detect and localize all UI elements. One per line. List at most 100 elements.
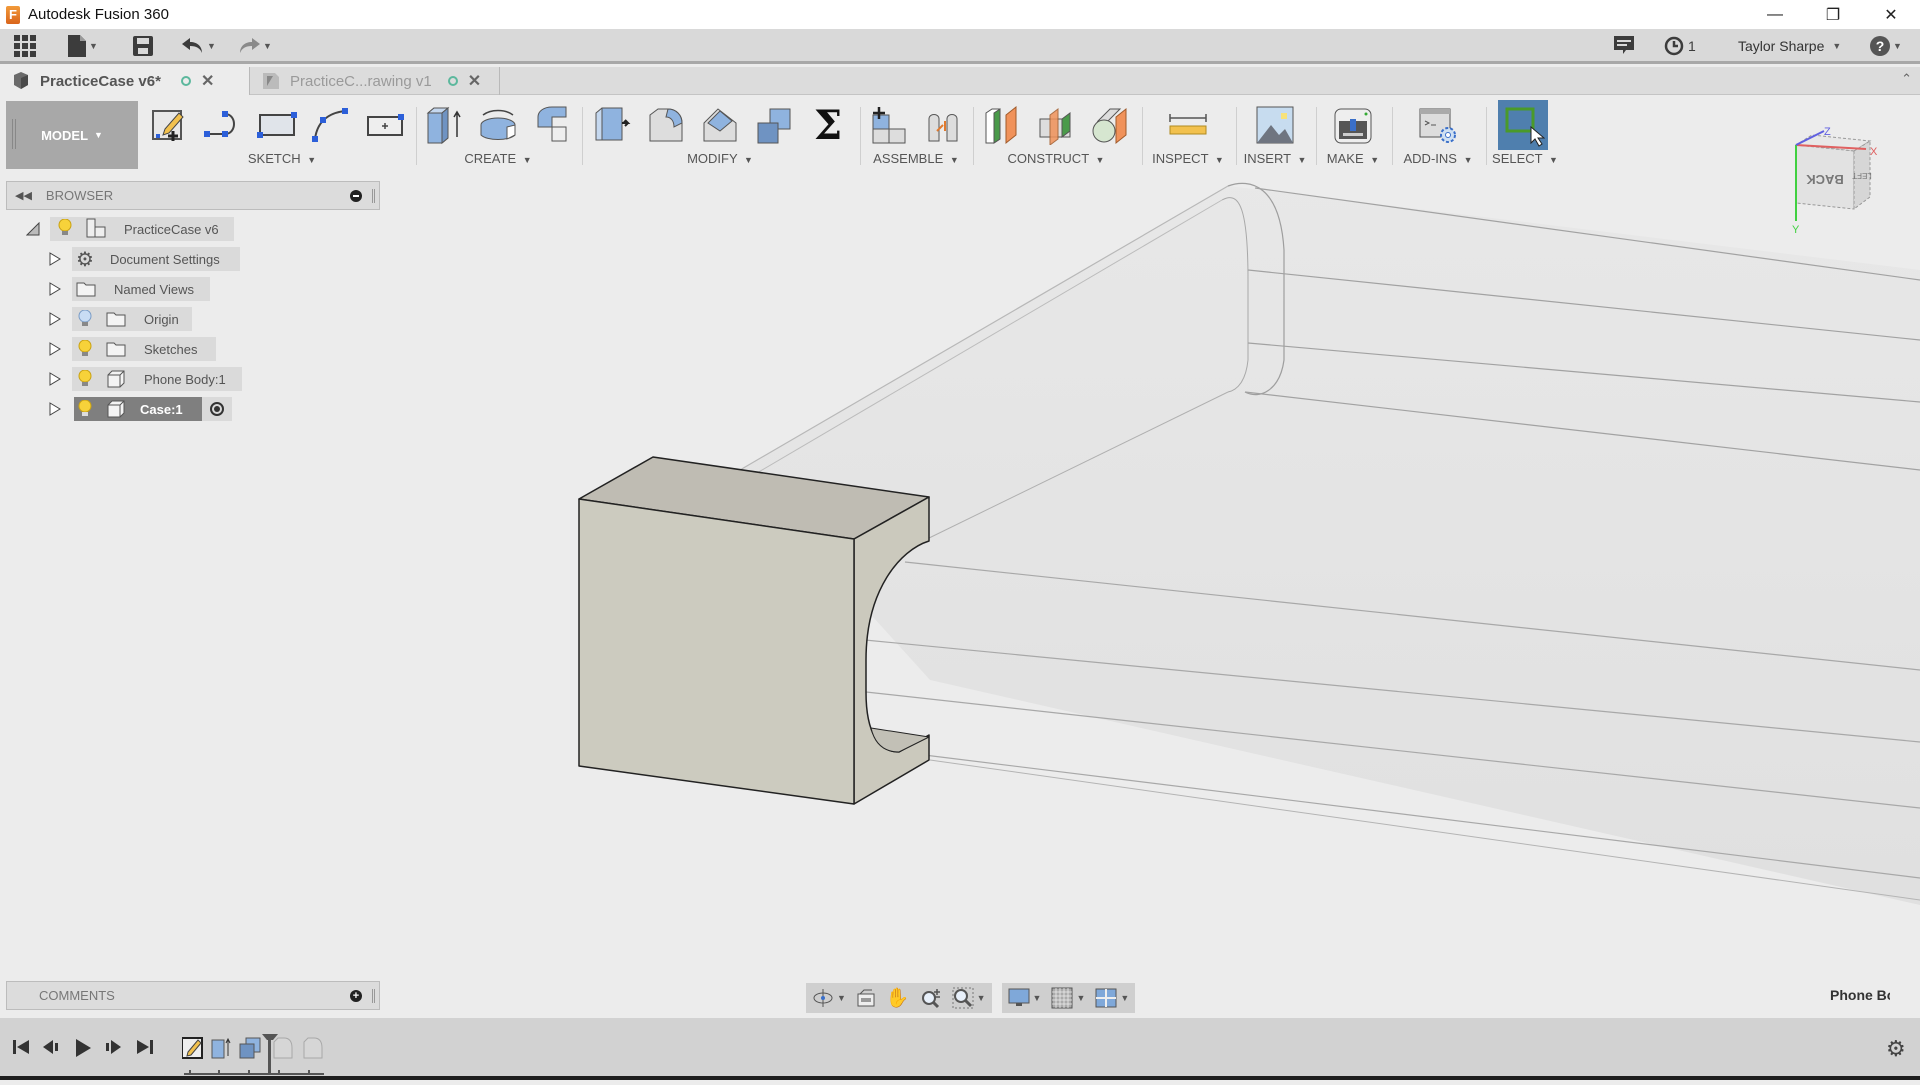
case-body[interactable] [578,456,930,805]
make-group-label[interactable]: MAKE ▼ [1318,151,1388,166]
go-to-end-button[interactable] [136,1038,154,1056]
expand-triangle-icon[interactable] [48,372,62,386]
expand-triangle-icon[interactable] [48,342,62,356]
save-button[interactable] [133,34,153,58]
zoom-button[interactable] [920,987,942,1009]
tree-item-document-settings[interactable]: ⚙ Document Settings [72,247,240,271]
panel-resize-grip[interactable] [372,188,375,203]
add-comment-icon[interactable]: + [350,989,362,1002]
tree-item-practicecase-v6[interactable]: PracticeCase v6 [50,217,234,241]
notifications-button[interactable] [1614,34,1634,58]
arc-tool-button[interactable] [304,103,358,147]
sketch-group-label[interactable]: SKETCH ▼ [142,151,422,166]
timeline-feature-fillet[interactable] [303,1037,323,1059]
parameters-button[interactable]: Σ [801,102,855,149]
lightbulb-on-icon[interactable] [78,370,92,388]
undo-button[interactable]: ▼ [182,34,216,58]
look-at-button[interactable] [856,988,876,1008]
create-group-label[interactable]: CREATE ▼ [417,151,579,166]
undo-icon [182,38,202,53]
press-pull-button[interactable] [585,103,639,147]
play-button[interactable] [74,1038,92,1058]
insert-group-label[interactable]: INSERT ▼ [1238,151,1312,166]
orbit-button[interactable]: ▼ [812,987,846,1009]
minimize-button[interactable]: — [1746,0,1804,29]
viewports-button[interactable]: ▼ [1095,988,1129,1008]
user-menu[interactable]: Taylor Sharpe ▼ [1738,34,1841,58]
expand-triangle-icon[interactable] [48,312,62,326]
close-button[interactable]: ✕ [1862,0,1920,29]
3d-print-button[interactable] [1326,103,1380,147]
workspace-label: MODEL [41,127,89,143]
new-component-button[interactable] [862,103,916,147]
close-tab-icon[interactable]: ✕ [468,71,481,91]
select-button[interactable] [1498,100,1548,150]
lightbulb-on-icon[interactable] [78,340,92,358]
timeline-feature-extrude[interactable] [211,1037,231,1059]
fit-button[interactable]: ▼ [952,987,986,1009]
redo-button[interactable]: ▼ [238,34,272,58]
assemble-group-label[interactable]: ASSEMBLE ▼ [862,151,970,166]
combine-button[interactable] [747,103,801,147]
timeline-feature-sketch[interactable] [181,1037,203,1059]
lightbulb-off-icon[interactable] [78,310,92,328]
collapse-panel-icon[interactable]: ◀◀ [15,189,32,202]
lightbulb-on-icon[interactable] [78,400,92,418]
expand-triangle-icon[interactable] [48,282,62,296]
offset-plane-button[interactable] [975,103,1029,147]
restore-button[interactable]: ❐ [1804,0,1862,29]
timeline-feature-fillet[interactable] [273,1037,293,1059]
expand-triangle-icon[interactable] [48,402,62,416]
tree-item-phone-body[interactable]: Phone Body:1 [72,367,242,391]
text-tool-button[interactable] [358,103,412,147]
minimize-panel-icon[interactable] [350,189,362,202]
help-button[interactable]: ? ▼ [1870,34,1902,58]
workspace-switcher[interactable]: MODEL ▼ [6,101,138,169]
job-status-button[interactable]: 1 [1664,34,1696,58]
modify-group-label[interactable]: MODIFY ▼ [585,151,855,166]
close-tab-icon[interactable]: ✕ [201,71,214,91]
grid-settings-button[interactable]: ▼ [1051,987,1085,1009]
create-sketch-button[interactable] [142,103,196,147]
step-forward-button[interactable] [104,1038,122,1056]
pan-button[interactable]: ✋ [886,986,910,1010]
rectangle-tool-button[interactable] [250,103,304,147]
3d-viewport[interactable] [0,175,1920,975]
activate-component-radio[interactable] [202,397,232,421]
apps-grid-button[interactable] [14,34,36,58]
fillet-button[interactable] [639,103,693,147]
inspect-group-label[interactable]: INSPECT ▼ [1144,151,1232,166]
view-cube[interactable]: BACK LEFT X Y Z [1790,125,1900,235]
panel-resize-grip[interactable] [372,988,375,1003]
revolve-button[interactable] [471,103,525,147]
collapse-triangle-icon[interactable] [26,222,40,236]
timeline-feature-combine[interactable] [239,1037,261,1059]
construct-group-label[interactable]: CONSTRUCT ▼ [975,151,1137,166]
addins-group-label[interactable]: ADD-INS ▼ [1394,151,1482,166]
tangent-plane-button[interactable] [1083,103,1137,147]
chamfer-button[interactable] [693,103,747,147]
extrude-button[interactable] [417,103,471,147]
scripts-addins-button[interactable] [1411,103,1465,147]
tree-item-sketches[interactable]: Sketches [72,337,216,361]
tree-item-origin[interactable]: Origin [72,307,192,331]
joint-button[interactable] [916,103,970,147]
line-tool-button[interactable] [196,103,250,147]
sweep-button[interactable] [525,103,579,147]
user-name: Taylor Sharpe [1738,38,1825,54]
file-menu-button[interactable]: ▼ [68,34,98,58]
step-back-button[interactable] [42,1038,60,1056]
expand-triangle-icon[interactable] [48,252,62,266]
tab-practicecase-drawing-v1[interactable]: PracticeC...rawing v1 ✕ [250,67,500,95]
tab-practicecase-v6[interactable]: PracticeCase v6* ✕ [0,67,250,95]
insert-image-button[interactable] [1248,103,1302,147]
collapse-toolbar-icon[interactable]: ⌃ [1901,71,1912,87]
midplane-button[interactable] [1029,103,1083,147]
go-to-start-button[interactable] [12,1038,30,1056]
measure-button[interactable] [1161,103,1215,147]
tree-item-case-1[interactable]: Case:1 [74,397,202,421]
tree-item-named-views[interactable]: Named Views [72,277,210,301]
timeline-settings-button[interactable]: ⚙ [1886,1036,1906,1062]
select-group-label[interactable]: SELECT ▼ [1488,151,1562,166]
display-settings-button[interactable]: ▼ [1008,988,1041,1008]
